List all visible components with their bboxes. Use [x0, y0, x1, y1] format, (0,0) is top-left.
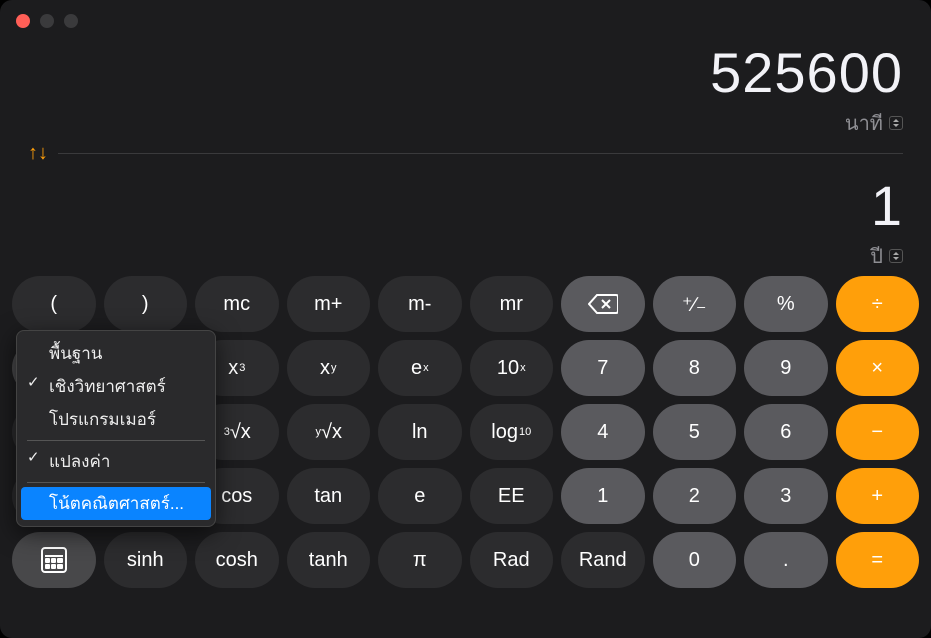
key-mr[interactable]: mr [470, 276, 554, 332]
menu-basic[interactable]: พื้นฐาน [17, 337, 215, 370]
key-backspace[interactable] [561, 276, 645, 332]
key-mc[interactable]: mc [195, 276, 279, 332]
calculator-icon [41, 547, 67, 573]
calculator-window: 525600 นาที ↑↓ 1 ปี ( ) mc m+ m- mr [0, 0, 931, 638]
key-8[interactable]: 8 [653, 340, 737, 396]
key-plus-minus[interactable]: ⁺∕₋ [653, 276, 737, 332]
key-minus[interactable]: − [836, 404, 920, 460]
primary-unit-label: นาที [845, 107, 883, 139]
secondary-unit-dropdown[interactable] [889, 249, 903, 263]
key-ee[interactable]: EE [470, 468, 554, 524]
minimize-window-button[interactable] [40, 14, 54, 28]
conversion-divider: ↑↓ [28, 143, 903, 163]
key-10x[interactable]: 10x [470, 340, 554, 396]
menu-separator [27, 440, 205, 441]
key-0[interactable]: 0 [653, 532, 737, 588]
key-log10[interactable]: log10 [470, 404, 554, 460]
key-ex[interactable]: ex [378, 340, 462, 396]
key-tan[interactable]: tan [287, 468, 371, 524]
key-7[interactable]: 7 [561, 340, 645, 396]
key-xy[interactable]: xy [287, 340, 371, 396]
menu-programmer[interactable]: โปรแกรมเมอร์ [17, 403, 215, 436]
display-area: 525600 นาที ↑↓ 1 ปี [0, 0, 931, 270]
key-equals[interactable]: = [836, 532, 920, 588]
key-rand[interactable]: Rand [561, 532, 645, 588]
key-1[interactable]: 1 [561, 468, 645, 524]
key-tanh[interactable]: tanh [287, 532, 371, 588]
swap-icon[interactable]: ↑↓ [28, 143, 48, 163]
key-decimal[interactable]: . [744, 532, 828, 588]
key-multiply[interactable]: × [836, 340, 920, 396]
close-window-button[interactable] [16, 14, 30, 28]
primary-value: 525600 [710, 40, 903, 105]
window-controls [16, 14, 78, 28]
key-sqrty[interactable]: y√x [287, 404, 371, 460]
key-paren-open[interactable]: ( [12, 276, 96, 332]
key-e[interactable]: e [378, 468, 462, 524]
key-mplus[interactable]: m+ [287, 276, 371, 332]
backspace-icon [588, 293, 618, 315]
key-3[interactable]: 3 [744, 468, 828, 524]
key-percent[interactable]: % [744, 276, 828, 332]
key-9[interactable]: 9 [744, 340, 828, 396]
secondary-value: 1 [871, 173, 903, 238]
key-mminus[interactable]: m- [378, 276, 462, 332]
key-paren-close[interactable]: ) [104, 276, 188, 332]
key-2[interactable]: 2 [653, 468, 737, 524]
mode-popup-menu: พื้นฐาน เชิงวิทยาศาสตร์ โปรแกรมเมอร์ แปล… [16, 330, 216, 527]
key-5[interactable]: 5 [653, 404, 737, 460]
menu-math-notes[interactable]: โน้ตคณิตศาสตร์... [21, 487, 211, 520]
menu-convert[interactable]: แปลงค่า [17, 445, 215, 478]
key-mode-menu[interactable] [12, 532, 96, 588]
key-ln[interactable]: ln [378, 404, 462, 460]
key-6[interactable]: 6 [744, 404, 828, 460]
key-4[interactable]: 4 [561, 404, 645, 460]
key-plus[interactable]: + [836, 468, 920, 524]
key-sinh[interactable]: sinh [104, 532, 188, 588]
key-cosh[interactable]: cosh [195, 532, 279, 588]
key-pi[interactable]: π [378, 532, 462, 588]
key-rad[interactable]: Rad [470, 532, 554, 588]
zoom-window-button[interactable] [64, 14, 78, 28]
menu-separator [27, 482, 205, 483]
plus-minus-icon: ⁺∕₋ [682, 292, 706, 317]
key-divide[interactable]: ÷ [836, 276, 920, 332]
menu-scientific[interactable]: เชิงวิทยาศาสตร์ [17, 370, 215, 403]
primary-unit-dropdown[interactable] [889, 116, 903, 130]
